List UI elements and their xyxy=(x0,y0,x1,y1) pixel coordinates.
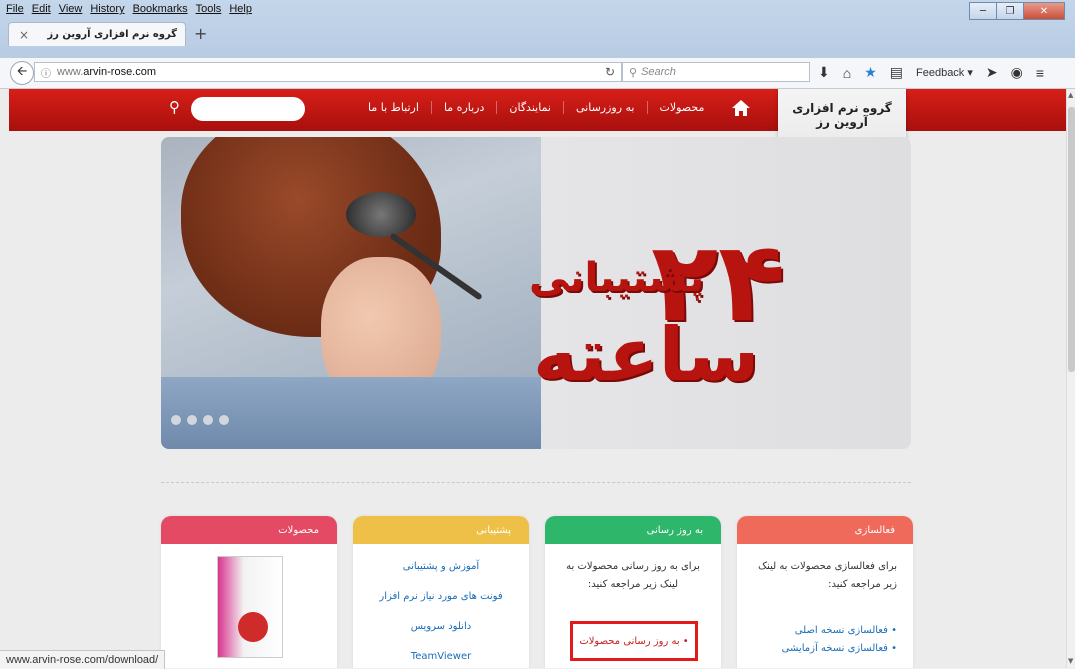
close-window-button[interactable]: ✕ xyxy=(1023,2,1065,20)
product-box-image[interactable] xyxy=(217,556,283,658)
menu-history[interactable]: History xyxy=(90,3,124,19)
window-controls: ─ ❐ ✕ xyxy=(969,2,1065,20)
site-home-icon[interactable] xyxy=(731,99,751,117)
address-bar[interactable]: ⓘ www.arvin-rose.com ↻ xyxy=(34,62,622,82)
nav-about[interactable]: درباره ما xyxy=(430,101,496,114)
nav-agents[interactable]: نمایندگان xyxy=(496,101,563,114)
menu-bookmarks[interactable]: Bookmarks xyxy=(133,3,188,19)
back-button[interactable]: 🡨 xyxy=(10,61,34,85)
reader-view-icon[interactable]: ▤ xyxy=(890,64,903,81)
link-activation-trial[interactable]: • فعالسازی نسخه آزمایشی xyxy=(753,640,897,658)
site-logo-title: گروه نرم افزاری آروین رز xyxy=(792,101,892,129)
search-icon: ⚲ xyxy=(629,66,638,79)
tab-close-icon[interactable]: × xyxy=(19,28,29,42)
card-activation-header: فعالسازی xyxy=(737,516,913,544)
browser-titlebar: File Edit View History Bookmarks Tools H… xyxy=(0,0,1075,58)
menu-edit[interactable]: Edit xyxy=(32,3,51,19)
link-download-service[interactable]: دانلود سرویس xyxy=(369,612,513,642)
status-bar: www.arvin-rose.com/download/ xyxy=(0,650,166,669)
nav-updates[interactable]: به روزرسانی xyxy=(562,101,647,114)
link-update-products[interactable]: • به روز رسانی محصولات xyxy=(570,621,698,661)
new-tab-button[interactable]: + xyxy=(194,24,207,43)
browser-search-input[interactable]: ⚲ Search xyxy=(622,62,810,82)
card-support: پشتیبانی آموزش و پشتیبانی فونت های مورد … xyxy=(353,516,529,668)
menu-help[interactable]: Help xyxy=(229,3,252,19)
site-search-input[interactable] xyxy=(191,97,305,121)
home-icon[interactable]: ⌂ xyxy=(843,65,851,81)
banner-line2: ساعته xyxy=(533,312,760,398)
chat-icon[interactable]: ◉ xyxy=(1011,64,1023,81)
slider-dots xyxy=(171,415,229,425)
slider-dot[interactable] xyxy=(187,415,197,425)
scrollbar-thumb[interactable] xyxy=(1068,107,1075,372)
menu-bar: File Edit View History Bookmarks Tools H… xyxy=(6,3,252,19)
reload-icon[interactable]: ↻ xyxy=(605,65,615,79)
menu-tools[interactable]: Tools xyxy=(196,3,222,19)
menu-file[interactable]: File xyxy=(6,3,24,19)
hero-banner[interactable]: ۲۴ پشتیبانی ساعته xyxy=(161,137,911,449)
browser-tab[interactable]: × گروه نرم افزاری آروین رز xyxy=(8,22,186,46)
toolbar-icons: ⬇ ⌂ ★ ▤ Feedback ▾ ➤ ◉ ≡ xyxy=(818,64,1044,81)
card-updates-text: برای به روز رسانی محصولات به لینک زیر مر… xyxy=(566,561,700,590)
navigation-toolbar: 🡨 ⓘ www.arvin-rose.com ↻ ⚲ Search ⬇ ⌂ ★ … xyxy=(0,58,1075,89)
card-products: محصولات xyxy=(161,516,337,668)
link-teamviewer[interactable]: TeamViewer xyxy=(369,642,513,668)
site-header-bar: ⚲ محصولات به روزرسانی نمایندگان درباره م… xyxy=(9,89,1066,131)
scroll-down-arrow[interactable]: ▼ xyxy=(1068,657,1073,665)
banner-line1: پشتیبانی xyxy=(529,255,705,301)
tab-title: گروه نرم افزاری آروین رز xyxy=(47,29,177,40)
section-divider xyxy=(161,482,911,483)
slider-dot[interactable] xyxy=(219,415,229,425)
page-viewport: ⚲ محصولات به روزرسانی نمایندگان درباره م… xyxy=(0,89,1066,668)
send-icon[interactable]: ➤ xyxy=(986,64,998,81)
card-activation: فعالسازی برای فعالسازی محصولات به لینک ز… xyxy=(737,516,913,668)
card-support-header: پشتیبانی xyxy=(353,516,529,544)
card-products-header: محصولات xyxy=(161,516,337,544)
page-scrollbar[interactable]: ▲ ▼ xyxy=(1066,89,1075,668)
hamburger-menu-icon[interactable]: ≡ xyxy=(1036,65,1044,81)
slider-dot[interactable] xyxy=(203,415,213,425)
bookmark-star-icon[interactable]: ★ xyxy=(864,64,877,81)
card-updates: به روز رسانی برای به روز رسانی محصولات ب… xyxy=(545,516,721,668)
url-text: www.arvin-rose.com xyxy=(57,66,157,78)
nav-contact[interactable]: ارتباط با ما xyxy=(356,101,431,114)
menu-view[interactable]: View xyxy=(59,3,83,19)
site-info-icon[interactable]: ⓘ xyxy=(41,65,51,80)
card-updates-header: به روز رسانی xyxy=(545,516,721,544)
link-training-support[interactable]: آموزش و پشتیبانی xyxy=(369,552,513,582)
link-fonts[interactable]: فونت های مورد نیاز نرم افزار xyxy=(369,582,513,612)
scroll-up-arrow[interactable]: ▲ xyxy=(1068,91,1073,99)
minimize-button[interactable]: ─ xyxy=(969,2,997,20)
card-activation-text: برای فعالسازی محصولات به لینک زیر مراجعه… xyxy=(758,561,897,590)
slider-dot[interactable] xyxy=(171,415,181,425)
maximize-button[interactable]: ❐ xyxy=(996,2,1024,20)
feedback-button[interactable]: Feedback ▾ xyxy=(916,66,973,79)
link-activation-main[interactable]: • فعالسازی نسخه اصلی xyxy=(753,622,897,640)
site-nav: محصولات به روزرسانی نمایندگان درباره ما … xyxy=(356,101,716,114)
site-search-icon[interactable]: ⚲ xyxy=(169,98,180,116)
support-agent-photo xyxy=(161,137,541,449)
nav-products[interactable]: محصولات xyxy=(646,101,717,114)
search-placeholder: Search xyxy=(641,66,676,78)
downloads-icon[interactable]: ⬇ xyxy=(818,64,830,81)
